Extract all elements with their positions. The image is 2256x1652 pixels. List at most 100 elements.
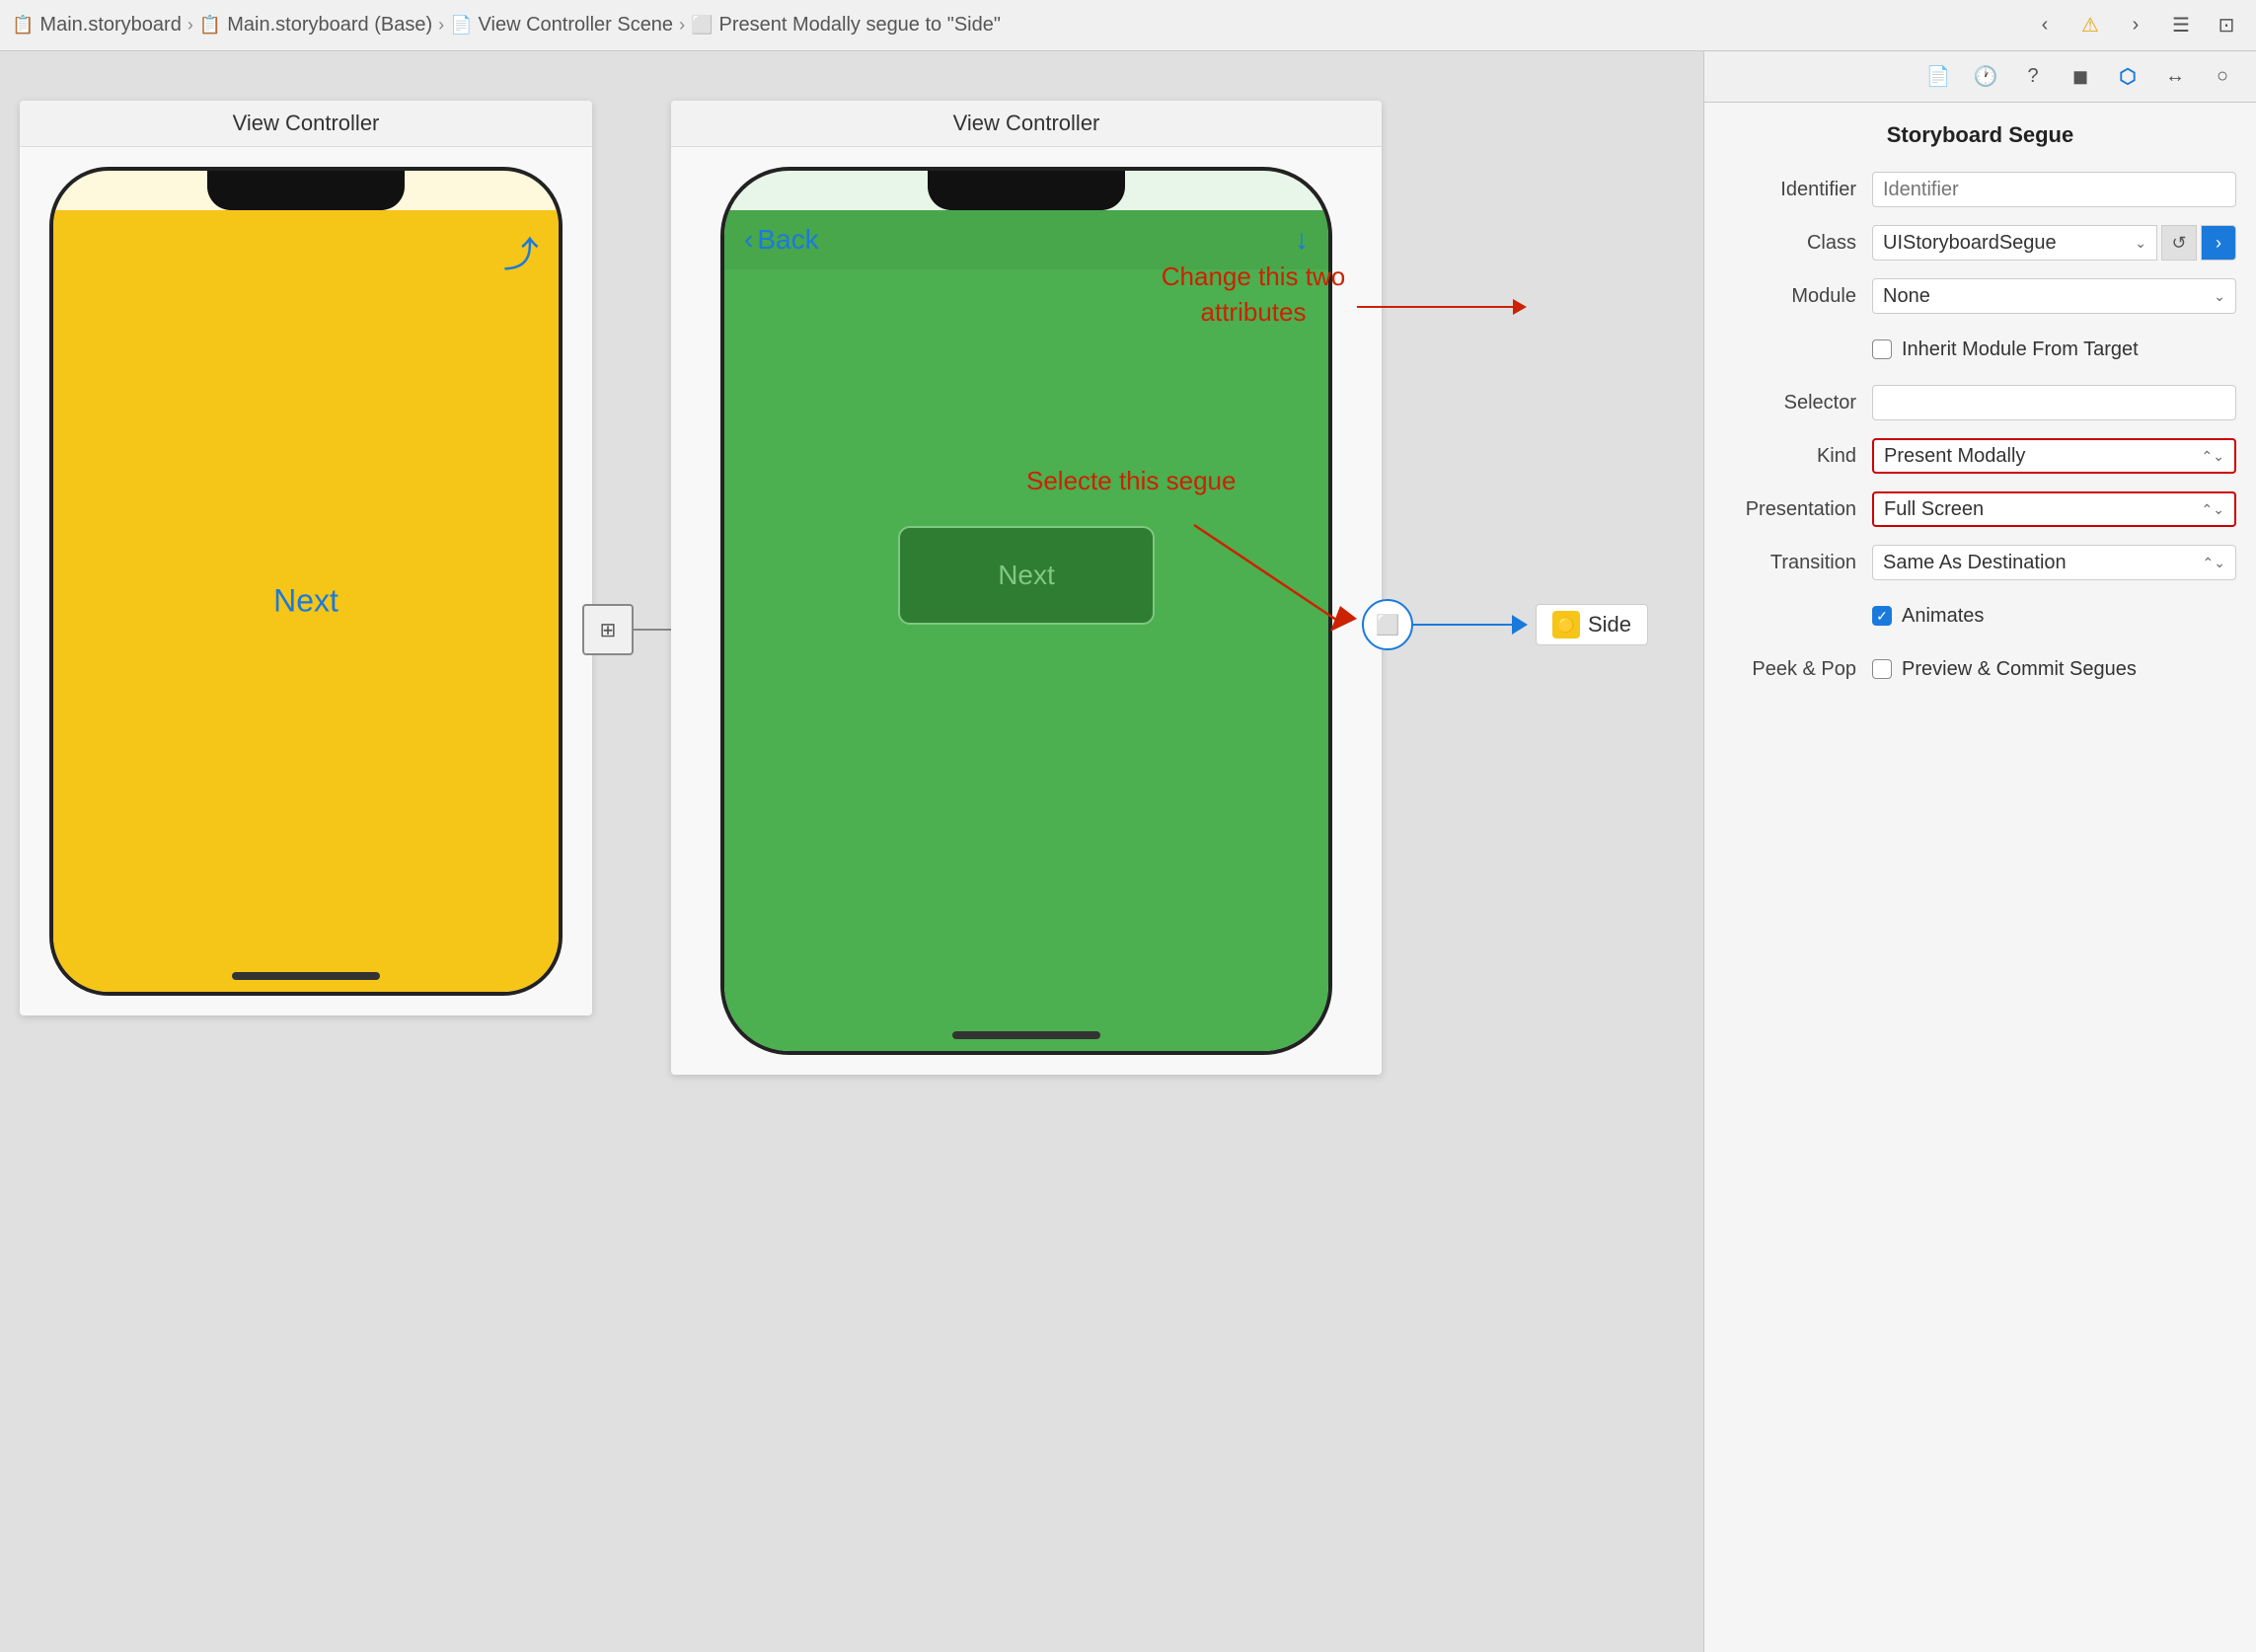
inspector-panel: 📄 🕐 ? ◼ ⬡ ↔ ○ Storyboard Segue Identifie… <box>1703 51 2256 1652</box>
inspector-module-row: Module None ⌄ <box>1724 278 2236 314</box>
breadcrumb-item-3[interactable]: View Controller Scene <box>479 14 674 37</box>
menu-button[interactable]: ☰ <box>2163 8 2199 43</box>
peek-checkbox-label: Preview & Commit Segues <box>1902 658 2137 681</box>
animates-checkbox-row: ✓ Animates <box>1872 605 2236 628</box>
left-phone-content: ⤴ Next <box>53 210 559 992</box>
back-label: Back <box>757 224 818 256</box>
change-annotation-arrow <box>1357 306 1515 308</box>
change-annotation-text: Change this two attributes <box>1145 259 1362 331</box>
animates-label: Animates <box>1902 605 1984 628</box>
class-value: UIStoryboardSegue ⌄ ↺ › <box>1872 225 2236 261</box>
inspector-peek-pop-row: Peek & Pop Preview & Commit Segues <box>1724 651 2236 687</box>
kind-chevron: ⌃⌄ <box>2202 448 2224 465</box>
transition-label: Transition <box>1724 552 1872 574</box>
side-destination-label: 🟡 Side <box>1536 604 1648 645</box>
side-text: Side <box>1588 612 1631 638</box>
module-chevron: ⌄ <box>2214 288 2225 305</box>
center-phone-notch <box>928 171 1125 210</box>
class-refresh-btn[interactable]: ↺ <box>2161 225 2197 261</box>
presentation-chevron: ⌃⌄ <box>2202 501 2224 518</box>
inspector-tab-help[interactable]: ? <box>2015 59 2051 95</box>
animates-checkbox[interactable]: ✓ <box>1872 606 1892 626</box>
transition-select-group: Same As Destination ⌃⌄ <box>1872 545 2236 580</box>
inspector-inherit-row: Inherit Module From Target <box>1724 332 2236 367</box>
back-button: ‹ Back <box>744 224 819 256</box>
inspector-content: Storyboard Segue Identifier Class UIStor… <box>1704 103 2256 1652</box>
class-arrow-btn[interactable]: › <box>2201 225 2236 261</box>
left-home-bar <box>232 972 380 980</box>
inherit-checkbox-label: Inherit Module From Target <box>1902 338 2139 361</box>
presentation-label: Presentation <box>1724 498 1872 521</box>
breadcrumb-item-4[interactable]: Present Modally segue to "Side" <box>718 14 1000 37</box>
transition-select-text: Same As Destination <box>1883 552 2067 574</box>
left-vc-title: View Controller <box>20 101 592 147</box>
inspector-tab-identity[interactable]: ◼ <box>2063 59 2098 95</box>
inspector-transition-row: Transition Same As Destination ⌃⌄ <box>1724 545 2236 580</box>
inspector-tab-attributes[interactable]: ⬡ <box>2110 59 2145 95</box>
inspector-tab-file[interactable]: 📄 <box>1920 59 1956 95</box>
animates-value: ✓ Animates <box>1872 605 2236 628</box>
identifier-input[interactable] <box>1872 172 2236 207</box>
left-phone-mockup: ⤴ Next <box>49 167 563 996</box>
segue-box-icon: ⊞ <box>582 604 634 655</box>
forward-nav-button[interactable]: › <box>2118 8 2153 43</box>
breadcrumb-icon-segue: ⬜ <box>691 15 713 36</box>
center-vc-title: View Controller <box>671 101 1382 147</box>
change-arrow-line <box>1357 306 1515 308</box>
transition-value: Same As Destination ⌃⌄ <box>1872 545 2236 580</box>
kind-select-box[interactable]: Present Modally ⌃⌄ <box>1872 438 2236 474</box>
inherit-checkbox[interactable] <box>1872 339 1892 359</box>
inspector-animates-row: ✓ Animates <box>1724 598 2236 634</box>
kind-select-group: Present Modally ⌃⌄ <box>1872 438 2236 474</box>
inspector-title: Storyboard Segue <box>1724 122 2236 148</box>
inspector-tab-clock[interactable]: 🕐 <box>1968 59 2003 95</box>
center-home-bar <box>952 1031 1100 1039</box>
peek-pop-value: Preview & Commit Segues <box>1872 658 2236 681</box>
transition-chevron: ⌃⌄ <box>2203 555 2225 571</box>
main-area: View Controller ⤴ Next ⊞ View Controller <box>0 51 2256 1652</box>
select-annotation: Selecte this segue <box>1026 466 1236 496</box>
breadcrumb-item-2[interactable]: Main.storyboard (Base) <box>227 14 432 37</box>
side-icon: 🟡 <box>1552 611 1580 638</box>
layout-button[interactable]: ⊡ <box>2209 8 2244 43</box>
left-next-label: Next <box>273 583 338 620</box>
segue-right-arrow[interactable]: ⬜ 🟡 Side <box>1362 599 1648 650</box>
module-select-text: None <box>1883 285 1930 308</box>
center-next-button: Next <box>898 526 1155 625</box>
inspector-tab-size[interactable]: ↔ <box>2157 59 2193 95</box>
select-arrow-svg <box>1184 515 1401 643</box>
module-select-box[interactable]: None ⌄ <box>1872 278 2236 314</box>
change-arrow-head <box>1513 299 1527 315</box>
inspector-tab-connections[interactable]: ○ <box>2205 59 2240 95</box>
peek-checkbox[interactable] <box>1872 659 1892 679</box>
class-select-text: UIStoryboardSegue <box>1883 232 2057 255</box>
segue-arrow-blue <box>1512 615 1528 635</box>
breadcrumb-item-1[interactable]: Main.storyboard <box>39 14 181 37</box>
share-icon: ⤴ <box>503 226 539 277</box>
back-nav-button[interactable]: ‹ <box>2027 8 2063 43</box>
inherit-value: Inherit Module From Target <box>1872 338 2236 361</box>
selector-value <box>1872 385 2236 420</box>
inspector-identifier-row: Identifier <box>1724 172 2236 207</box>
top-bar: 📋 Main.storyboard › 📋 Main.storyboard (B… <box>0 0 2256 51</box>
breadcrumb-icon-storyboard: 📋 <box>12 15 34 36</box>
left-phone-notch <box>207 171 405 210</box>
kind-value: Present Modally ⌃⌄ <box>1872 438 2236 474</box>
segue-line-blue <box>1413 624 1512 626</box>
center-next-label: Next <box>998 560 1055 591</box>
module-value: None ⌄ <box>1872 278 2236 314</box>
identifier-value <box>1872 172 2236 207</box>
check-mark: ✓ <box>1876 608 1888 625</box>
presentation-select-box[interactable]: Full Screen ⌃⌄ <box>1872 491 2236 527</box>
inspector-presentation-row: Presentation Full Screen ⌃⌄ <box>1724 491 2236 527</box>
warning-button[interactable]: ⚠ <box>2072 8 2108 43</box>
transition-select-box[interactable]: Same As Destination ⌃⌄ <box>1872 545 2236 580</box>
select-annotation-arrow <box>1184 515 1401 648</box>
nav-action-icon: ↓ <box>1295 224 1309 256</box>
class-row-inner: UIStoryboardSegue ⌄ ↺ › <box>1872 225 2236 261</box>
inspector-selector-row: Selector <box>1724 385 2236 420</box>
selector-input[interactable] <box>1872 385 2236 420</box>
class-chevron: ⌄ <box>2135 235 2146 252</box>
inherit-checkbox-row: Inherit Module From Target <box>1872 338 2236 361</box>
class-select-box[interactable]: UIStoryboardSegue ⌄ <box>1872 225 2157 261</box>
